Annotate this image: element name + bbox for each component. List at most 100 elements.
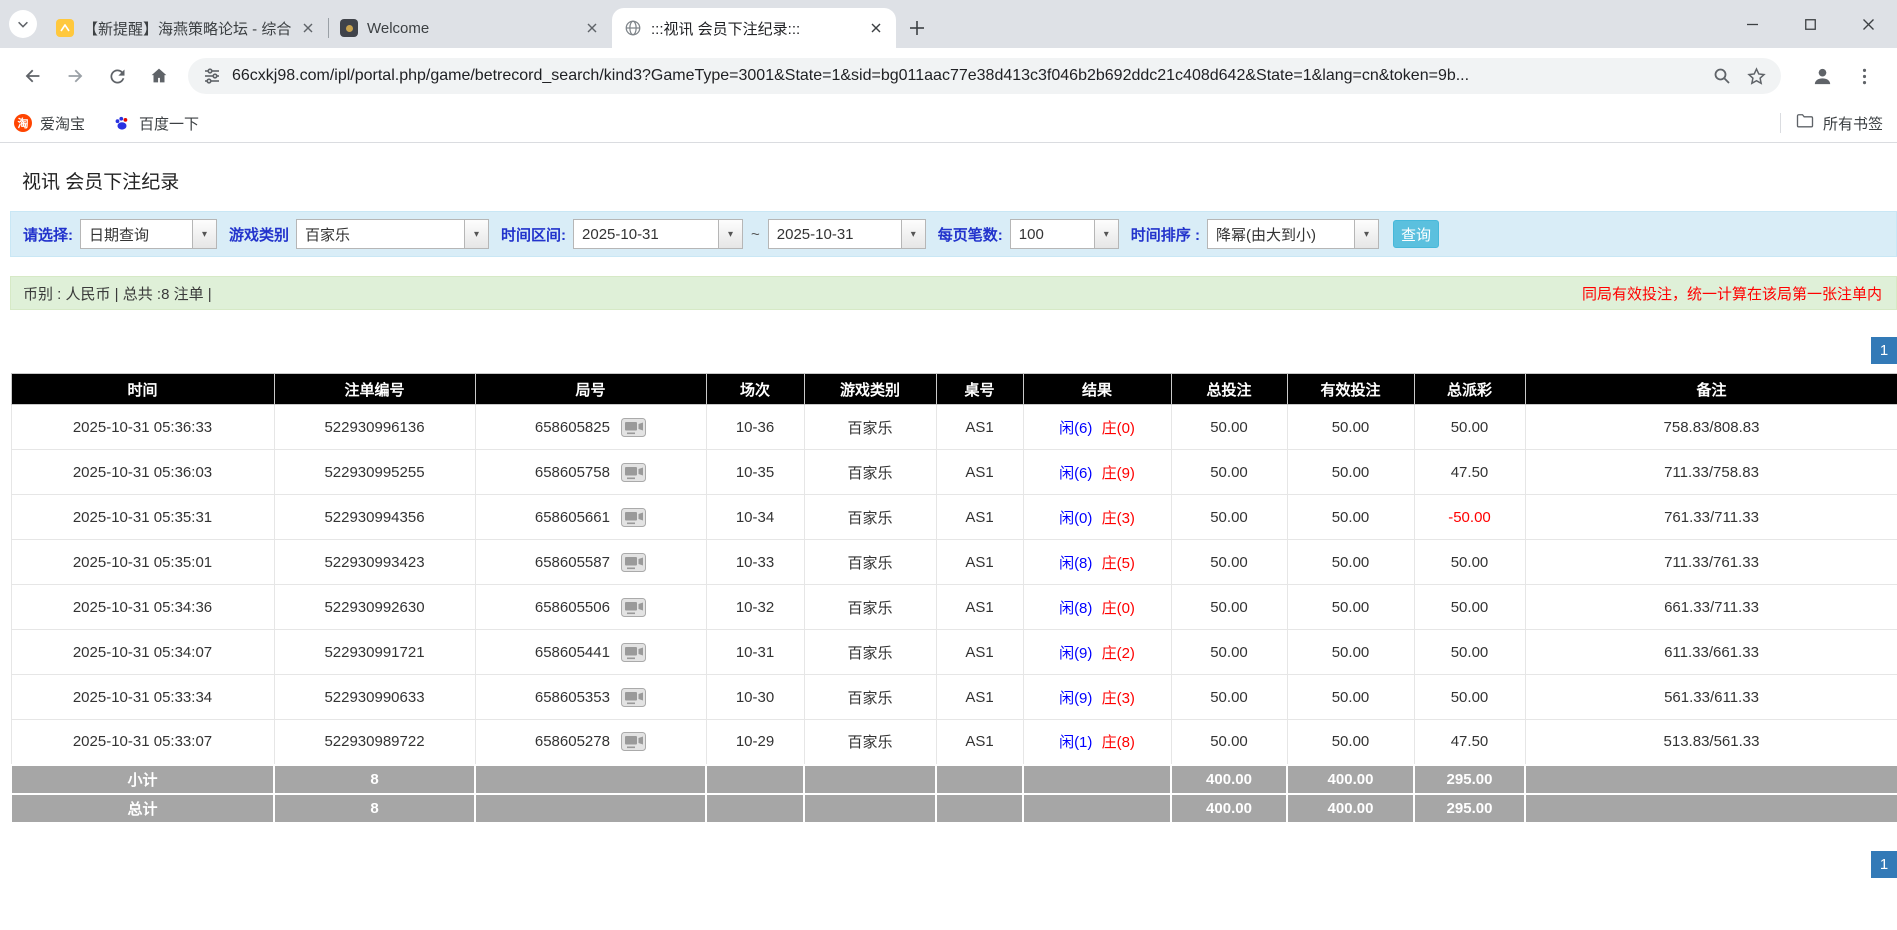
result-player: 闲(6): [1059, 464, 1093, 482]
subtotal-total-bet: 400.00: [1170, 763, 1288, 795]
window-close-button[interactable]: [1839, 0, 1897, 48]
total-bet-cell[interactable]: 50.00: [1170, 494, 1288, 540]
video-replay-icon[interactable]: [621, 462, 647, 482]
bookmark-taobao[interactable]: 淘 爱淘宝: [14, 113, 85, 134]
tab-strip: 【新提醒】海燕策略论坛 - 综合 Welcome :::视讯 会员下注纪录:::: [44, 8, 896, 48]
round-no-cell: 658605441: [474, 629, 707, 675]
window-minimize-button[interactable]: [1723, 0, 1781, 48]
total-bet-cell[interactable]: 50.00: [1170, 629, 1288, 675]
window-maximize-button[interactable]: [1781, 0, 1839, 48]
all-bookmarks-button[interactable]: 所有书签: [1779, 111, 1883, 135]
total-bet-cell[interactable]: 50.00: [1170, 539, 1288, 585]
round-no-text: 658605825: [534, 418, 610, 436]
new-tab-button[interactable]: [902, 13, 932, 43]
browser-toolbar: 66cxkj98.com/ipl/portal.php/game/betreco…: [0, 48, 1897, 104]
bookmarks-bar: 淘 爱淘宝 百度一下 所有书签: [0, 104, 1897, 143]
date-range-label: 时间区间:: [501, 226, 567, 244]
dropdown-arrow-icon[interactable]: ▾: [1353, 220, 1378, 248]
dropdown-arrow-icon[interactable]: ▾: [900, 220, 925, 248]
url-bar[interactable]: 66cxkj98.com/ipl/portal.php/game/betreco…: [188, 58, 1781, 94]
table-row: 2025-10-31 05:33:07 522930989722 6586052…: [10, 719, 1897, 765]
home-icon: [151, 68, 167, 83]
site-settings-icon[interactable]: [202, 66, 222, 86]
game-type-select[interactable]: 百家乐 ▾: [296, 219, 490, 249]
video-replay-icon[interactable]: [621, 417, 647, 437]
total-bet-cell[interactable]: 50.00: [1170, 404, 1288, 450]
page-size-select[interactable]: 100 ▾: [1009, 219, 1119, 249]
time-cell: 2025-10-31 05:34:36: [10, 584, 275, 630]
url-text[interactable]: 66cxkj98.com/ipl/portal.php/game/betreco…: [232, 67, 1688, 85]
bet-table-footer: 小计 8 400.00 400.00 295.00 总计 8 400.00 40…: [10, 763, 1897, 824]
page-size-value: 100: [1018, 225, 1044, 243]
time-cell: 2025-10-31 05:35:31: [10, 494, 275, 540]
bookmarks-separator: [1779, 113, 1781, 133]
dropdown-arrow-icon[interactable]: ▾: [1093, 220, 1118, 248]
forward-button[interactable]: [54, 55, 96, 97]
total-bet-cell[interactable]: 50.00: [1170, 674, 1288, 720]
grand-total-valid-bet: 400.00: [1286, 792, 1415, 824]
tab-title: 【新提醒】海燕策略论坛 - 综合: [83, 20, 292, 38]
video-replay-icon[interactable]: [621, 597, 647, 617]
tab-close-icon[interactable]: [582, 18, 602, 38]
page-number-button[interactable]: 1: [1871, 337, 1897, 364]
total-bet-cell[interactable]: 50.00: [1170, 449, 1288, 495]
table-no-cell: AS1: [935, 449, 1024, 495]
dropdown-arrow-icon[interactable]: ▾: [718, 220, 743, 248]
reload-button[interactable]: [96, 55, 138, 97]
baidu-paw-icon: [113, 114, 131, 132]
video-replay-icon[interactable]: [621, 642, 647, 662]
bookmark-star-icon[interactable]: [1746, 66, 1767, 87]
video-replay-icon[interactable]: [621, 732, 647, 752]
valid-bet-notice: 同局有效投注，统一计算在该局第一张注单内: [1581, 285, 1882, 303]
dropdown-arrow-icon[interactable]: ▾: [464, 220, 489, 248]
video-replay-icon[interactable]: [621, 687, 647, 707]
total-bet-cell[interactable]: 50.00: [1170, 584, 1288, 630]
currency-summary-text: 币别 : 人民币 | 总共 :8 注单 |: [23, 285, 212, 303]
date-to-value: 2025-10-31: [776, 225, 854, 243]
tab-welcome[interactable]: Welcome: [328, 8, 612, 48]
video-replay-icon[interactable]: [621, 552, 647, 572]
result-player: 闲(1): [1059, 734, 1093, 752]
bookmark-baidu[interactable]: 百度一下: [113, 113, 199, 134]
session-cell: 10-29: [705, 719, 805, 765]
zoom-icon[interactable]: [1712, 66, 1732, 86]
time-cell: 2025-10-31 05:33:34: [10, 674, 275, 720]
result-cell: 闲(6) 庄(0): [1022, 404, 1172, 450]
header-session: 场次: [705, 373, 805, 405]
header-time: 时间: [10, 373, 275, 405]
game-type-cell: 百家乐: [803, 629, 937, 675]
tab-bet-record[interactable]: :::视讯 会员下注纪录:::: [612, 8, 896, 48]
date-to-input[interactable]: 2025-10-31 ▾: [767, 219, 926, 249]
valid-bet-cell: 50.00: [1286, 629, 1415, 675]
payout-cell: 50.00: [1413, 629, 1526, 675]
grand-total-count: 8: [273, 792, 476, 824]
video-replay-icon[interactable]: [621, 507, 647, 527]
result-player: 闲(9): [1059, 689, 1093, 707]
query-type-select[interactable]: 日期查询 ▾: [80, 219, 217, 249]
round-no-text: 658605661: [534, 508, 610, 526]
search-button[interactable]: 查询: [1392, 220, 1439, 248]
date-from-input[interactable]: 2025-10-31 ▾: [573, 219, 744, 249]
browser-menu-button[interactable]: [1843, 55, 1885, 97]
home-button[interactable]: [138, 55, 180, 97]
table-no-cell: AS1: [935, 584, 1024, 630]
tab-forum[interactable]: 【新提醒】海燕策略论坛 - 综合: [44, 8, 328, 48]
game-type-cell: 百家乐: [803, 539, 937, 585]
chevron-down-icon: [18, 21, 28, 28]
sort-order-select[interactable]: 降幂(由大到小) ▾: [1206, 219, 1379, 249]
back-button[interactable]: [12, 55, 54, 97]
table-row: 2025-10-31 05:33:34 522930990633 6586053…: [10, 674, 1897, 720]
profile-button[interactable]: [1801, 55, 1843, 97]
tab-list-button[interactable]: [9, 10, 37, 38]
note-cell: 711.33/758.83: [1524, 449, 1897, 495]
bet-table-body: 2025-10-31 05:36:33 522930996136 6586058…: [10, 404, 1897, 765]
bet-no-cell: 522930992630: [273, 584, 476, 630]
payout-cell: 47.50: [1413, 449, 1526, 495]
page-number-button[interactable]: 1: [1871, 850, 1897, 878]
tab-close-icon[interactable]: [866, 18, 886, 38]
total-bet-cell[interactable]: 50.00: [1170, 719, 1288, 765]
result-banker: 庄(0): [1101, 599, 1135, 617]
time-cell: 2025-10-31 05:36:03: [10, 449, 275, 495]
tab-close-icon[interactable]: [298, 18, 318, 38]
dropdown-arrow-icon[interactable]: ▾: [192, 220, 216, 248]
